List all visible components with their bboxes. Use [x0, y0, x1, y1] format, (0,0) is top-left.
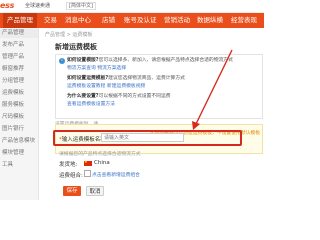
- help-box: i 如何设置模版?您可以选择多、新加入、请您根据产品特点选择合适的物流方式 物流…: [55, 54, 263, 119]
- cargo-checkbox[interactable]: [84, 170, 91, 177]
- top-bar: ess 全球速卖通 [简体中文]: [0, 0, 264, 13]
- nav-marketing[interactable]: 营销活动: [164, 13, 190, 28]
- language-selector[interactable]: [简体中文]: [66, 2, 96, 10]
- cargo-label: 运费组合:: [59, 173, 83, 179]
- help-line: 查看运费模板设置方法: [67, 102, 115, 108]
- template-name-input[interactable]: [101, 133, 184, 142]
- sidebar-item[interactable]: 产品信息模块: [2, 137, 35, 146]
- page-title: 新增运费模板: [55, 43, 97, 51]
- nav-messages[interactable]: 消息中心: [65, 13, 91, 28]
- sidebar-item[interactable]: 服务模板: [2, 101, 24, 110]
- logo-subtitle: 全球速卖通: [25, 3, 51, 9]
- main-nav: 产品管理 交易 消息中心 店铺 账号及认证 营销活动 数据纵横 经营表现: [0, 13, 264, 28]
- origin-label: 发货地:: [59, 162, 78, 168]
- sidebar-item[interactable]: 分组管理: [2, 77, 24, 86]
- sidebar-item[interactable]: 图片银行: [2, 125, 24, 134]
- cancel-button[interactable]: 取消: [86, 186, 104, 196]
- nav-store[interactable]: 店铺: [102, 13, 115, 28]
- help-line: 为什么要设置?可以根据不同的方式设置不同运费: [67, 94, 171, 99]
- help-line: 如何设置运费模板?建议您选择物流商品、运费计算方式: [67, 76, 185, 81]
- save-button[interactable]: 保存: [63, 186, 81, 196]
- sidebar-item[interactable]: 橱窗推荐: [2, 65, 24, 74]
- nav-data[interactable]: 数据纵横: [197, 13, 223, 28]
- nav-product-management[interactable]: 产品管理: [3, 13, 37, 28]
- sidebar-item-shipping-templates[interactable]: 运费模板: [2, 89, 24, 98]
- help-line: 运费模板设置教程 新建运费模板视频: [67, 84, 145, 90]
- logo[interactable]: ess: [0, 1, 14, 11]
- sidebar-item[interactable]: 发布产品: [2, 41, 24, 50]
- sidebar-item[interactable]: 工具: [2, 161, 13, 170]
- help-link[interactable]: 物流方案查询: [67, 66, 96, 71]
- info-icon: i: [59, 58, 65, 64]
- help-line: 如何设置模版?您可以选择多、新加入、请您根据产品特点选择合适的物流方式: [67, 58, 233, 63]
- sidebar-item[interactable]: 模块管理: [2, 149, 24, 158]
- nav-performance[interactable]: 经营表现: [231, 13, 257, 28]
- cargo-link[interactable]: 点击查看新增运费组合: [92, 171, 140, 178]
- china-flag-icon: [84, 159, 92, 166]
- sidebar-item[interactable]: 尺码模板: [2, 113, 24, 122]
- breadcrumb: 产品管理 > 运费模板: [45, 32, 93, 38]
- help-link[interactable]: 查看运费模板设置方法: [67, 102, 115, 107]
- help-line: 物流方案查询 物流方案选择: [67, 66, 126, 72]
- help-link[interactable]: 物流方案选择: [97, 66, 126, 71]
- sidebar-item[interactable]: 管理产品: [2, 53, 24, 62]
- sidebar: 产品管理 发布产品 管理产品 橱窗推荐 分组管理 运费模板 服务模板 尺码模板 …: [0, 28, 39, 200]
- help-link[interactable]: 新建运费模板视频: [107, 84, 145, 89]
- template-name-hint: 请根据您的产品特点选择合适物流方式: [59, 152, 141, 157]
- sidebar-item[interactable]: 产品管理: [2, 29, 24, 38]
- nav-trade[interactable]: 交易: [44, 13, 57, 28]
- nav-account[interactable]: 账号及认证: [124, 13, 157, 28]
- help-link[interactable]: 运费模板设置教程: [67, 84, 105, 89]
- origin-value: China: [94, 160, 110, 166]
